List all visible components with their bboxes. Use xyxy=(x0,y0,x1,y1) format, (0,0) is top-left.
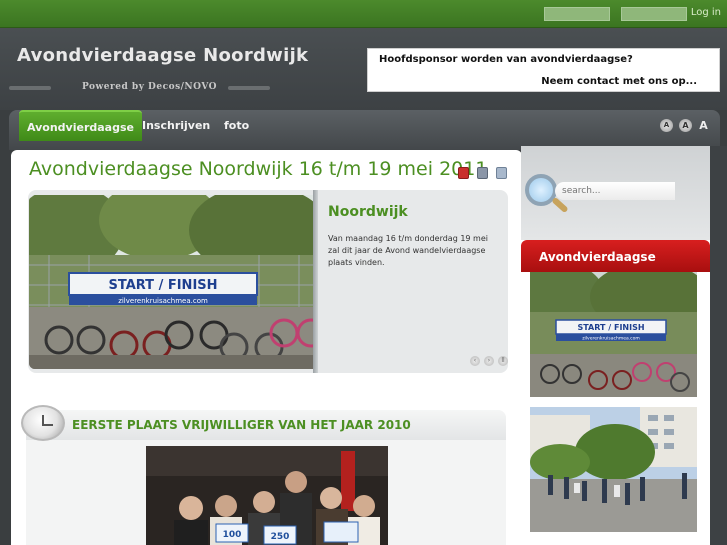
nav-tab-avondvierdaagse[interactable]: Avondvierdaagse xyxy=(19,110,142,141)
slider-prev-button[interactable]: ‹ xyxy=(470,356,480,366)
article-title[interactable]: EERSTE PLAATS VRIJWILLIGER VAN HET JAAR … xyxy=(72,418,411,432)
feature-image[interactable]: START / FINISH zilverenkruisachmea.com xyxy=(29,195,315,369)
search-area xyxy=(521,146,710,240)
article-photo[interactable]: 100 250 xyxy=(146,446,388,545)
password-field[interactable] xyxy=(621,7,687,21)
print-icon[interactable] xyxy=(477,167,488,179)
pdf-icon[interactable] xyxy=(458,167,469,179)
site-header: Avondvierdaagse Noordwijk Powered by Dec… xyxy=(0,28,727,110)
clock-icon xyxy=(21,405,65,441)
nav-tab-inschrijven[interactable]: Inschrijven xyxy=(134,110,218,141)
sidebar-walkers-photo xyxy=(530,407,697,532)
sign-250: 250 xyxy=(271,532,290,542)
banner-text: START / FINISH xyxy=(108,278,217,293)
nav-tab-foto[interactable]: foto xyxy=(216,110,257,141)
site-title[interactable]: Avondvierdaagse Noordwijk xyxy=(17,45,308,66)
header-decoration-right xyxy=(228,86,270,90)
slider-next-button[interactable]: › xyxy=(484,356,494,366)
top-login-bar: Log in xyxy=(0,0,727,28)
sidebar-heading-label: Avondvierdaagse xyxy=(539,250,656,264)
login-link[interactable]: Log in xyxy=(691,7,721,18)
sidebar: Avondvierdaagse START / FINISH zilverenk… xyxy=(521,146,710,545)
sidebar-start-finish-photo: START / FINISH zilverenkruisachmea.com xyxy=(530,272,697,397)
main-content: Avondvierdaagse Noordwijk 16 t/m 19 mei … xyxy=(11,150,522,545)
slider-pause-button[interactable]: ll xyxy=(498,356,508,366)
sidebar-photo-start-finish[interactable]: START / FINISH zilverenkruisachmea.com xyxy=(530,272,697,397)
feature-text: Van maandag 16 t/m donderdag 19 mei zal … xyxy=(328,234,488,267)
feature-title[interactable]: Noordwijk xyxy=(328,204,408,220)
sidebar-banner-subtext: zilverenkruisachmea.com xyxy=(582,336,640,342)
email-icon[interactable] xyxy=(496,167,507,179)
font-size-large-button[interactable]: A xyxy=(697,119,710,132)
sidebar-photo-walkers[interactable] xyxy=(530,407,697,532)
right-margin xyxy=(710,146,727,545)
username-field[interactable] xyxy=(544,7,610,21)
search-input[interactable] xyxy=(555,182,675,200)
sponsor-line-2: Neem contact met ons op... xyxy=(541,76,697,87)
feature-divider xyxy=(313,190,318,373)
sign-100: 100 xyxy=(223,530,242,540)
news-article: EERSTE PLAATS VRIJWILLIGER VAN HET JAAR … xyxy=(21,405,506,545)
page-title: Avondvierdaagse Noordwijk 16 t/m 19 mei … xyxy=(29,158,488,180)
banner-subtext: zilverenkruisachmea.com xyxy=(118,297,208,305)
sidebar-heading: Avondvierdaagse xyxy=(521,240,710,272)
main-navigation: Avondvierdaagse Inschrijven foto A A A xyxy=(9,110,720,150)
featured-slider: START / FINISH zilverenkruisachmea.com N… xyxy=(28,190,508,373)
powered-by-text: Powered by Decos/NOVO xyxy=(82,82,217,92)
sponsor-banner[interactable]: Hoofdsponsor worden van avondvierdaagse?… xyxy=(367,48,720,92)
font-size-small-button[interactable]: A xyxy=(660,119,673,132)
start-finish-photo: START / FINISH zilverenkruisachmea.com xyxy=(29,195,315,369)
font-size-medium-button[interactable]: A xyxy=(679,119,692,132)
sponsor-line-1: Hoofdsponsor worden van avondvierdaagse? xyxy=(379,54,633,65)
sidebar-banner-text: START / FINISH xyxy=(577,323,644,332)
volunteers-photo: 100 250 xyxy=(146,446,388,545)
header-decoration-left xyxy=(9,86,51,90)
